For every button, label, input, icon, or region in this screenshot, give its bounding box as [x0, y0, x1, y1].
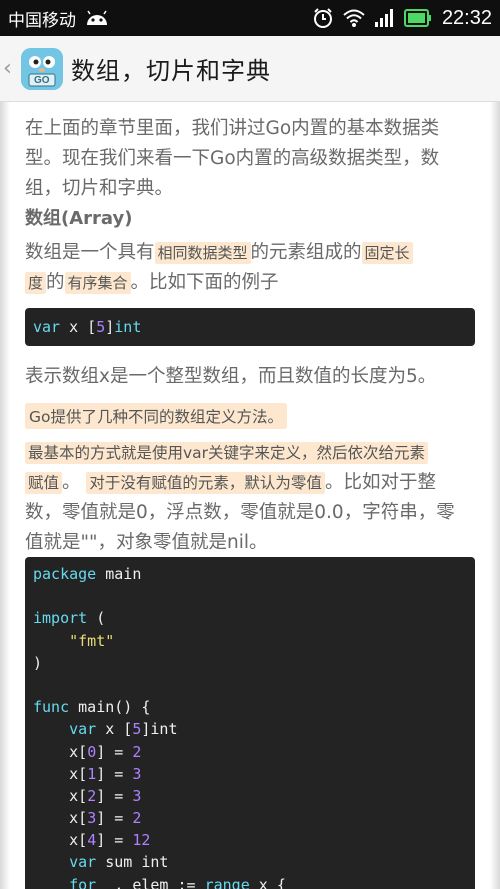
code-line: for _, elem := range x {: [69, 875, 286, 889]
highlight-term: 最基本的方式就是使用var关键字来定义，然后依次给元素: [25, 442, 429, 464]
clock: 22:32: [441, 6, 492, 29]
text-span: 的: [46, 272, 65, 293]
wifi-icon: [343, 9, 365, 27]
code-line: x[1] = 3: [33, 764, 142, 783]
highlight-term: 对于没有赋值的元素，默认为零值: [86, 472, 325, 494]
text-span: 。比如下面的例子: [130, 272, 279, 293]
app-icon[interactable]: GO: [21, 47, 63, 90]
intro-paragraph: 在上面的章节里面，我们讲过Go内置的基本数据类 型。现在我们来看一下Go内置的高…: [25, 114, 475, 204]
android-icon: [87, 10, 107, 25]
app-icon-text: GO: [34, 74, 50, 86]
code-line: func main() {: [33, 698, 151, 717]
array-explanation: 表示数组x是一个整型数组，而且数值的长度为5。: [25, 366, 437, 387]
intro-line: 组，切片和字典。: [25, 178, 174, 199]
intro-line: 型。现在我们来看一下Go内置的高级数据类型，数: [25, 148, 440, 169]
right-edge-shadow: [490, 102, 500, 889]
code-line: x[2] = 3: [33, 786, 142, 805]
alarm-icon: [313, 8, 332, 28]
code-line: package main: [33, 565, 142, 583]
text-span: 。比如对于整: [324, 472, 436, 493]
highlight-term: 相同数据类型: [154, 242, 251, 264]
status-bar: 中国移动 22:32: [0, 0, 500, 36]
page-title: 数组，切片和字典: [71, 57, 271, 85]
code-line: var x [5]int: [69, 720, 178, 739]
code-line: import (: [33, 609, 106, 628]
code-line: "fmt": [33, 631, 115, 650]
code-line: x[3] = 2: [33, 809, 142, 828]
code-line: ): [33, 653, 43, 672]
text-span: 的元素组成的: [250, 242, 362, 263]
highlight-note: Go提供了几种不同的数组定义方法。: [25, 403, 287, 429]
carrier-label: 中国移动: [8, 10, 76, 31]
code-line: x[0] = 2: [33, 742, 142, 761]
action-bar: ‹ GO 数组，切片和字典: [0, 36, 500, 102]
highlight-term: 有序集合: [64, 272, 131, 294]
text-line: 值就是""，对象零值就是nil。: [25, 532, 268, 553]
highlight-term: 固定长: [361, 242, 413, 264]
code-block-main: package main import ( "fmt" ) func main(…: [25, 557, 475, 889]
battery-icon: [403, 9, 431, 27]
text-span: 数组是一个具有: [25, 242, 155, 263]
section-heading-array: 数组(Array): [25, 208, 133, 229]
code-line: var sum int: [69, 853, 169, 872]
left-edge-shadow: [0, 102, 10, 889]
back-chevron-icon[interactable]: ‹: [3, 56, 19, 81]
status-icons: 22:32: [312, 7, 492, 30]
array-description: 数组是一个具有 相同数据类型 的元素组成的 固定长 度的有序集合 。比如下面的例子: [25, 238, 475, 298]
code-line: x[4] = 12: [33, 831, 151, 850]
text-span: 。: [62, 472, 81, 493]
highlight-term: 赋值: [25, 472, 63, 494]
signal-icon: [374, 9, 393, 27]
text-line: 数，零值就是0，浮点数，零值就是0.0，字符串，零: [25, 502, 455, 523]
code-line: var x [5]int: [33, 318, 142, 336]
basic-definition-paragraph: 最基本的方式就是使用var关键字来定义，然后依次给元素 赋值。 对于没有赋值的元…: [25, 438, 475, 558]
code-block: var x [5]int: [25, 308, 475, 346]
highlight-term: 度: [25, 272, 47, 294]
intro-line: 在上面的章节里面，我们讲过Go内置的基本数据类: [25, 118, 440, 139]
